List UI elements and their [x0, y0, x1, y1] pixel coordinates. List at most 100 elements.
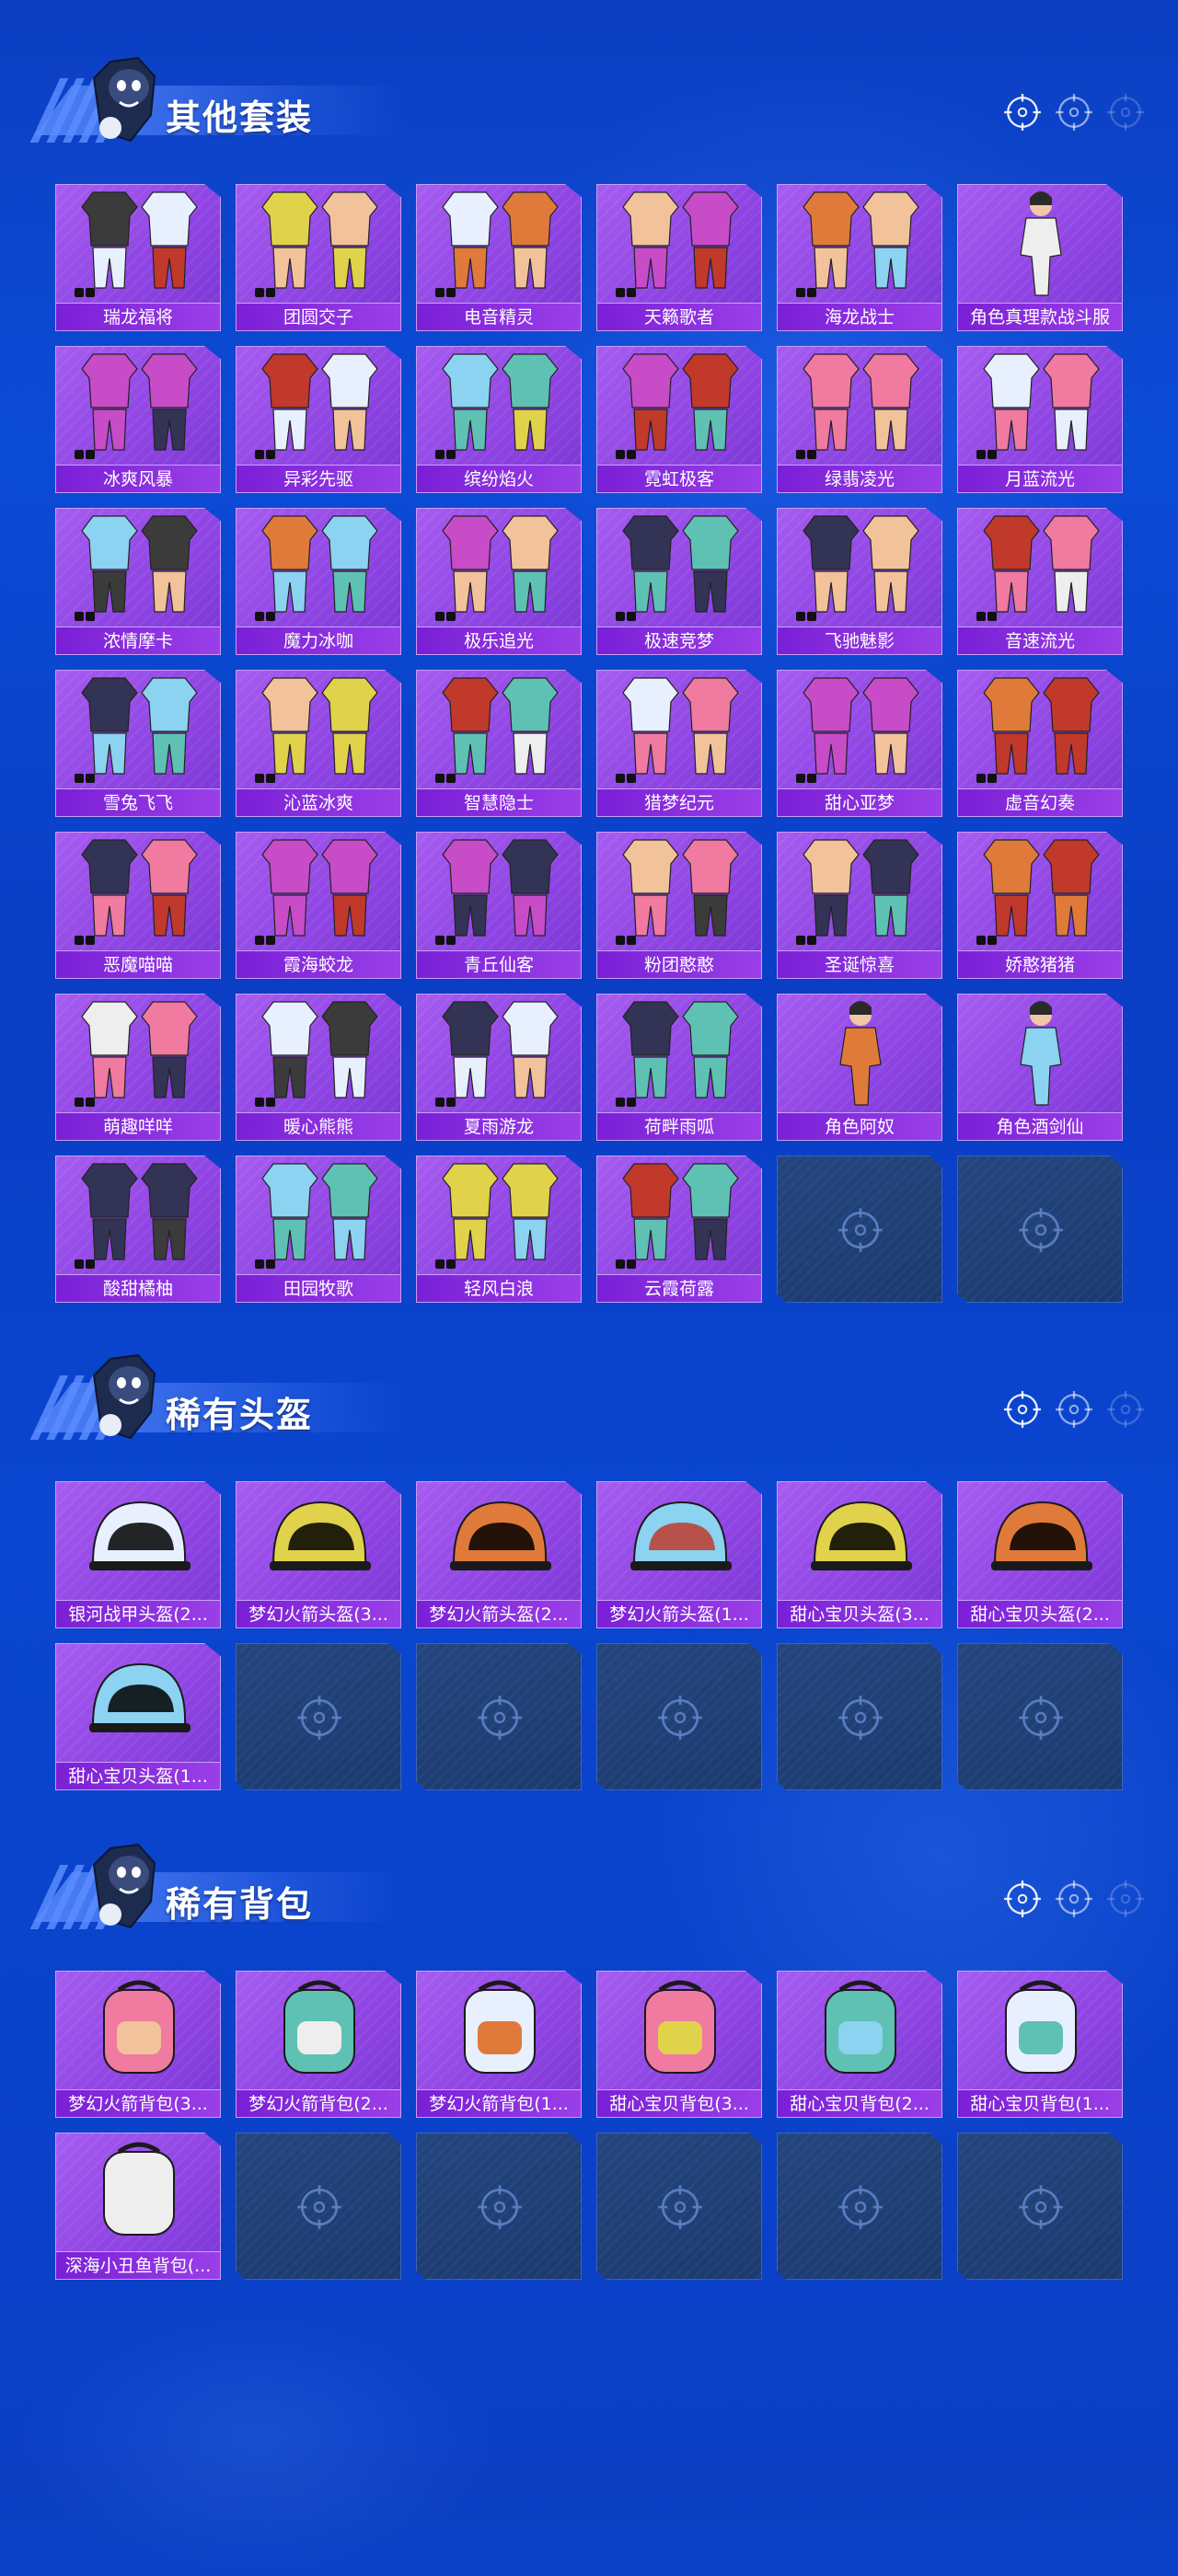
item-card[interactable]: 沁蓝冰爽 — [236, 670, 401, 817]
item-label: 萌趣咩咩 — [56, 1112, 220, 1140]
item-card[interactable]: 恶魔喵喵 — [55, 832, 221, 979]
item-label: 粉团憨憨 — [597, 950, 761, 978]
item-card[interactable]: 天籁歌者 — [596, 184, 762, 331]
item-card[interactable]: 轻风白浪 — [416, 1156, 582, 1303]
outfit-thumbnail — [796, 515, 919, 621]
item-card[interactable]: 甜心亚梦 — [777, 670, 942, 817]
item-card[interactable]: 月蓝流光 — [957, 346, 1123, 493]
outfit-thumbnail — [255, 1163, 378, 1269]
item-card[interactable]: 梦幻火箭背包(3... — [55, 1971, 221, 2118]
item-card[interactable]: 梦幻火箭背包(2... — [236, 1971, 401, 2118]
mascot-icon — [92, 1843, 156, 1929]
outfit-thumbnail — [435, 1001, 559, 1107]
helmet-thumbnail — [89, 1662, 191, 1732]
item-label: 沁蓝冰爽 — [237, 788, 400, 816]
item-card[interactable]: 猎梦纪元 — [596, 670, 762, 817]
background-glow — [18, 2300, 497, 2576]
helmet-thumbnail — [270, 1501, 371, 1570]
item-card[interactable]: 冰爽风暴 — [55, 346, 221, 493]
target-icon — [1003, 93, 1042, 132]
item-label: 团圆交子 — [237, 303, 400, 330]
item-card[interactable]: 极乐追光 — [416, 508, 582, 655]
outfit-thumbnail — [976, 839, 1100, 945]
item-card[interactable]: 甜心宝贝背包(3... — [596, 1971, 762, 2118]
item-card[interactable]: 梦幻火箭头盔(1... — [596, 1481, 762, 1628]
item-label: 瑞龙福将 — [56, 303, 220, 330]
target-icon — [1055, 93, 1093, 132]
outfit-thumbnail — [435, 839, 559, 945]
item-card[interactable]: 魔力冰咖 — [236, 508, 401, 655]
empty-slot — [236, 1643, 401, 1790]
item-label: 极乐追光 — [417, 627, 581, 654]
item-label: 暖心熊熊 — [237, 1112, 400, 1140]
item-card[interactable]: 青丘仙客 — [416, 832, 582, 979]
item-card[interactable]: 梦幻火箭头盔(3... — [236, 1481, 401, 1628]
item-card[interactable]: 梦幻火箭头盔(2... — [416, 1481, 582, 1628]
item-card[interactable]: 瑞龙福将 — [55, 184, 221, 331]
item-card[interactable]: 萌趣咩咩 — [55, 994, 221, 1141]
outfit-thumbnail — [75, 1001, 198, 1107]
character-thumbnail — [839, 1001, 882, 1106]
item-label: 绿翡凌光 — [778, 465, 941, 492]
item-card[interactable]: 娇憨猪猪 — [957, 832, 1123, 979]
item-card[interactable]: 虚音幻奏 — [957, 670, 1123, 817]
item-card[interactable]: 智慧隐士 — [416, 670, 582, 817]
item-card[interactable]: 音速流光 — [957, 508, 1123, 655]
item-card[interactable]: 霞海蛟龙 — [236, 832, 401, 979]
item-card[interactable]: 荷畔雨呱 — [596, 994, 762, 1141]
item-card[interactable]: 飞驰魅影 — [777, 508, 942, 655]
item-card[interactable]: 深海小丑鱼背包(... — [55, 2133, 221, 2280]
item-label: 缤纷焰火 — [417, 465, 581, 492]
outfit-thumbnail — [255, 677, 378, 783]
item-card[interactable]: 云霞荷露 — [596, 1156, 762, 1303]
backpack-thumbnail — [464, 1980, 536, 2074]
item-card[interactable]: 田园牧歌 — [236, 1156, 401, 1303]
item-card[interactable]: 圣诞惊喜 — [777, 832, 942, 979]
item-card[interactable]: 缤纷焰火 — [416, 346, 582, 493]
item-card[interactable]: 甜心宝贝背包(2... — [777, 1971, 942, 2118]
item-card[interactable]: 银河战甲头盔(2... — [55, 1481, 221, 1628]
item-card[interactable]: 雪兔飞飞 — [55, 670, 221, 817]
target-icon — [838, 1696, 883, 1740]
section-header-banner: 其他套装 — [28, 51, 414, 152]
item-card[interactable]: 海龙战士 — [777, 184, 942, 331]
item-card[interactable]: 甜心宝贝头盔(1... — [55, 1643, 221, 1790]
outfit-thumbnail — [616, 839, 739, 945]
outfit-thumbnail — [75, 515, 198, 621]
item-card[interactable]: 团圆交子 — [236, 184, 401, 331]
section-title: 稀有头盔 — [166, 1395, 314, 1435]
empty-slot — [596, 1643, 762, 1790]
item-label: 甜心宝贝头盔(2... — [958, 1600, 1122, 1627]
header-icon-group — [1003, 1880, 1145, 1918]
header-icon-group — [1003, 93, 1145, 132]
item-card[interactable]: 暖心熊熊 — [236, 994, 401, 1141]
item-grid: 瑞龙福将 团圆交子 电音精灵 天籁歌者 海龙战士 角色真理款战斗服冰爽风暴 异彩先驱 缤纷焰火… — [55, 184, 1123, 1303]
item-card[interactable]: 粉团憨憨 — [596, 832, 762, 979]
item-card[interactable]: 甜心宝贝背包(1... — [957, 1971, 1123, 2118]
item-card[interactable]: 异彩先驱 — [236, 346, 401, 493]
item-card[interactable]: 甜心宝贝头盔(3... — [777, 1481, 942, 1628]
item-card[interactable]: 霓虹极客 — [596, 346, 762, 493]
item-label: 青丘仙客 — [417, 950, 581, 978]
target-icon — [1055, 1880, 1093, 1918]
item-card[interactable]: 角色阿奴 — [777, 994, 942, 1141]
item-card[interactable]: 酸甜橘柚 — [55, 1156, 221, 1303]
item-card[interactable]: 浓情摩卡 — [55, 508, 221, 655]
item-label: 梦幻火箭头盔(2... — [417, 1600, 581, 1627]
item-card[interactable]: 甜心宝贝头盔(2... — [957, 1481, 1123, 1628]
item-card[interactable]: 角色酒剑仙 — [957, 994, 1123, 1141]
item-label: 虚音幻奏 — [958, 788, 1122, 816]
item-card[interactable]: 极速竞梦 — [596, 508, 762, 655]
target-icon — [1106, 93, 1145, 132]
item-label: 角色真理款战斗服 — [958, 303, 1122, 330]
item-card[interactable]: 电音精灵 — [416, 184, 582, 331]
item-card[interactable]: 梦幻火箭背包(1... — [416, 1971, 582, 2118]
item-label: 雪兔飞飞 — [56, 788, 220, 816]
target-icon — [297, 2185, 341, 2229]
target-icon — [1106, 1390, 1145, 1429]
item-card[interactable]: 夏雨游龙 — [416, 994, 582, 1141]
empty-slot — [957, 1643, 1123, 1790]
item-card[interactable]: 角色真理款战斗服 — [957, 184, 1123, 331]
target-icon — [478, 2185, 522, 2229]
item-card[interactable]: 绿翡凌光 — [777, 346, 942, 493]
